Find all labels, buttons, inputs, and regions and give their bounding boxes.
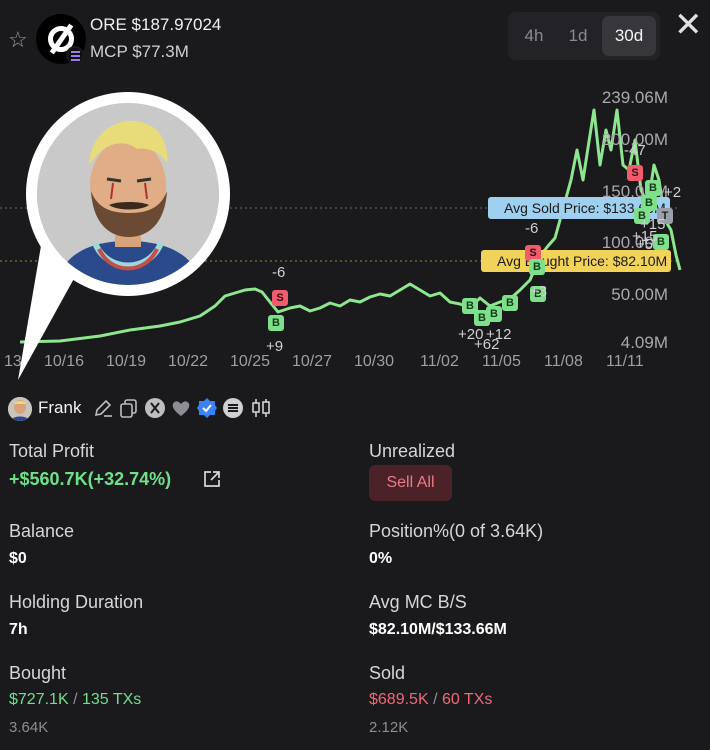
buy-marker[interactable]: B [486,306,502,322]
balance-label: Balance [9,521,75,541]
trade-count-label: -47 [624,142,646,159]
x-tick-label: 11/02 [420,353,459,370]
y-tick-label: 200.00M [601,130,668,149]
x-tick-label: 10/25 [230,353,271,370]
trade-count-label: +62 [474,336,500,353]
trader-avatar-small[interactable] [8,397,32,421]
token-logo [36,14,86,64]
verified-badge-icon [197,398,217,418]
trader-portrait-icon [37,103,219,285]
x-tick-label: 10/22 [168,353,209,370]
holding-duration-label: Holding Duration [9,592,144,612]
bought-token-amount: 3.64K [9,719,49,736]
avg-mc-label: Avg MC B/S [369,592,467,612]
close-x-icon[interactable]: ✕ [674,8,703,42]
holding-duration-value: 7h [9,621,28,638]
x-tick-label: 10/27 [292,353,333,370]
sold-tx-count: 60 TXs [441,691,493,708]
sold-label: Sold [369,663,406,683]
sell-marker[interactable]: S [627,165,643,181]
unrealized-label: Unrealized [369,441,456,461]
bought-label: Bought [9,663,67,683]
timeframe-30d[interactable]: 30d [602,16,656,56]
y-tick-label: 239.06M [601,88,668,107]
copy-icon[interactable] [118,397,140,419]
total-profit-label: Total Profit [9,441,95,461]
x-twitter-icon[interactable] [144,397,166,419]
edit-icon[interactable] [92,397,114,419]
x-tick-label: 10/30 [354,353,395,370]
avg-mc-value: $82.10M/$133.66M [369,621,507,638]
buy-marker[interactable]: B [645,180,661,196]
timeframe-1d[interactable]: 1d [556,16,600,56]
token-header: ☆ ORE $187.97024 MCP $77.3M 4h 1d 30d ✕ [0,0,710,70]
bought-separator: / [73,691,78,708]
trader-name: Frank [38,398,82,417]
sell-all-button[interactable]: Sell All [369,465,452,501]
timeframe-selector: 4h 1d 30d [508,12,660,60]
avg-bought-price-label: Avg Bought Price: $82.10M [481,250,671,272]
trader-avatar-icon [8,397,32,421]
total-profit-value: +$560.7K(+32.74%) [9,469,172,489]
sold-summary: $689.5K / 60 TXs [369,691,492,709]
list-icon[interactable] [222,397,244,419]
trade-count-label: +9 [266,338,284,355]
sold-amount: $689.5K [369,691,429,708]
token-name-price: ORE $187.97024 [90,15,222,34]
sold-token-amount: 2.12K [369,719,409,736]
sold-separator: / [433,691,438,708]
balance-value: $0 [9,550,27,567]
x-tick-label: 10/19 [106,353,147,370]
trade-count-label: -6 [525,220,539,237]
external-link-icon[interactable] [202,469,222,489]
solana-chain-icon [66,46,84,64]
bought-tx-count: 135 TXs [81,691,142,708]
trader-info-row: Frank [8,395,308,421]
buy-marker[interactable]: B [268,315,284,331]
y-tick-label: 4.09M [620,333,668,352]
buy-marker[interactable]: B [529,259,545,275]
candlestick-icon[interactable] [250,397,272,419]
position-value: 0% [369,550,393,567]
bought-amount: $727.1K [9,691,69,708]
position-label: Position%(0 of 3.64K) [369,521,544,541]
x-tick-label: 11/05 [482,353,521,370]
y-tick-label: 50.00M [611,285,668,304]
buy-marker[interactable]: B [502,295,518,311]
trade-count-label: +5 [636,236,654,253]
trade-count-label: +3 [530,283,548,300]
sell-marker[interactable]: S [272,290,288,306]
trader-avatar-large [37,103,219,285]
trade-count-label: +2 [664,184,682,201]
star-outline-icon[interactable]: ☆ [8,29,28,51]
x-tick-label: 11/11 [606,353,644,370]
x-tick-label: 11/08 [544,353,583,370]
token-market-cap: MCP $77.3M [90,42,189,61]
bought-summary: $727.1K / 135 TXs [9,691,141,709]
trade-count-label: -6 [272,264,286,281]
heart-icon[interactable] [170,397,192,419]
avatar-speech-bubble [26,92,230,296]
timeframe-4h[interactable]: 4h [512,16,556,56]
